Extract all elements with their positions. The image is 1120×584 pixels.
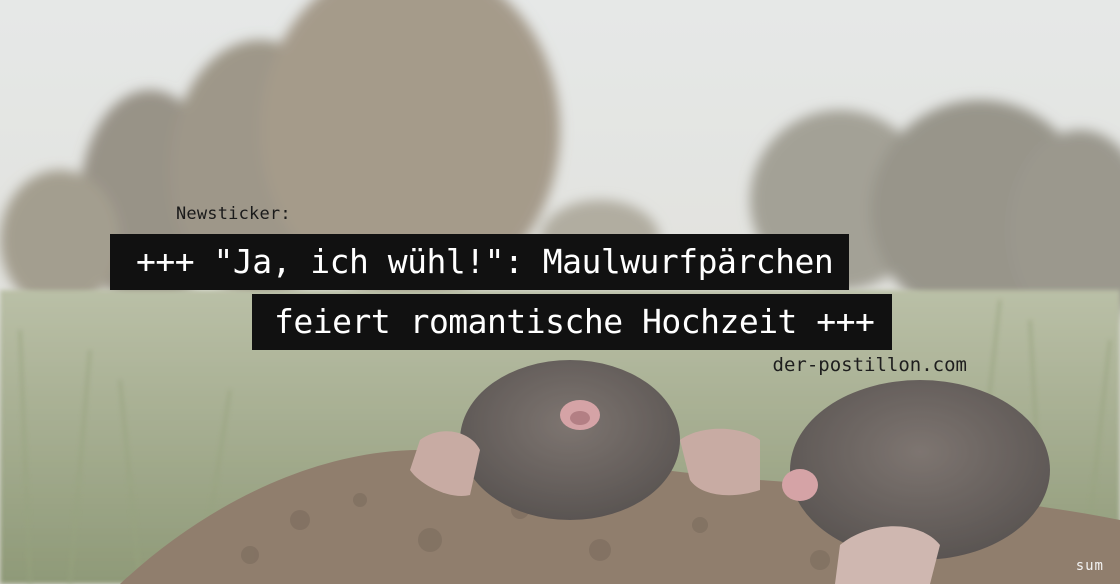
photo-credit: sum	[1075, 558, 1104, 574]
newsticker-kicker: Newsticker:	[176, 204, 291, 224]
headline-line-2: feiert romantische Hochzeit +++	[252, 294, 893, 350]
meme-image: Newsticker: +++ "Ja, ich wühl!": Maulwur…	[0, 0, 1120, 584]
source-url: der-postillon.com	[772, 354, 967, 376]
headline-overlay: Newsticker: +++ "Ja, ich wühl!": Maulwur…	[0, 0, 1120, 584]
headline-line-1: +++ "Ja, ich wühl!": Maulwurfpärchen	[110, 234, 850, 290]
